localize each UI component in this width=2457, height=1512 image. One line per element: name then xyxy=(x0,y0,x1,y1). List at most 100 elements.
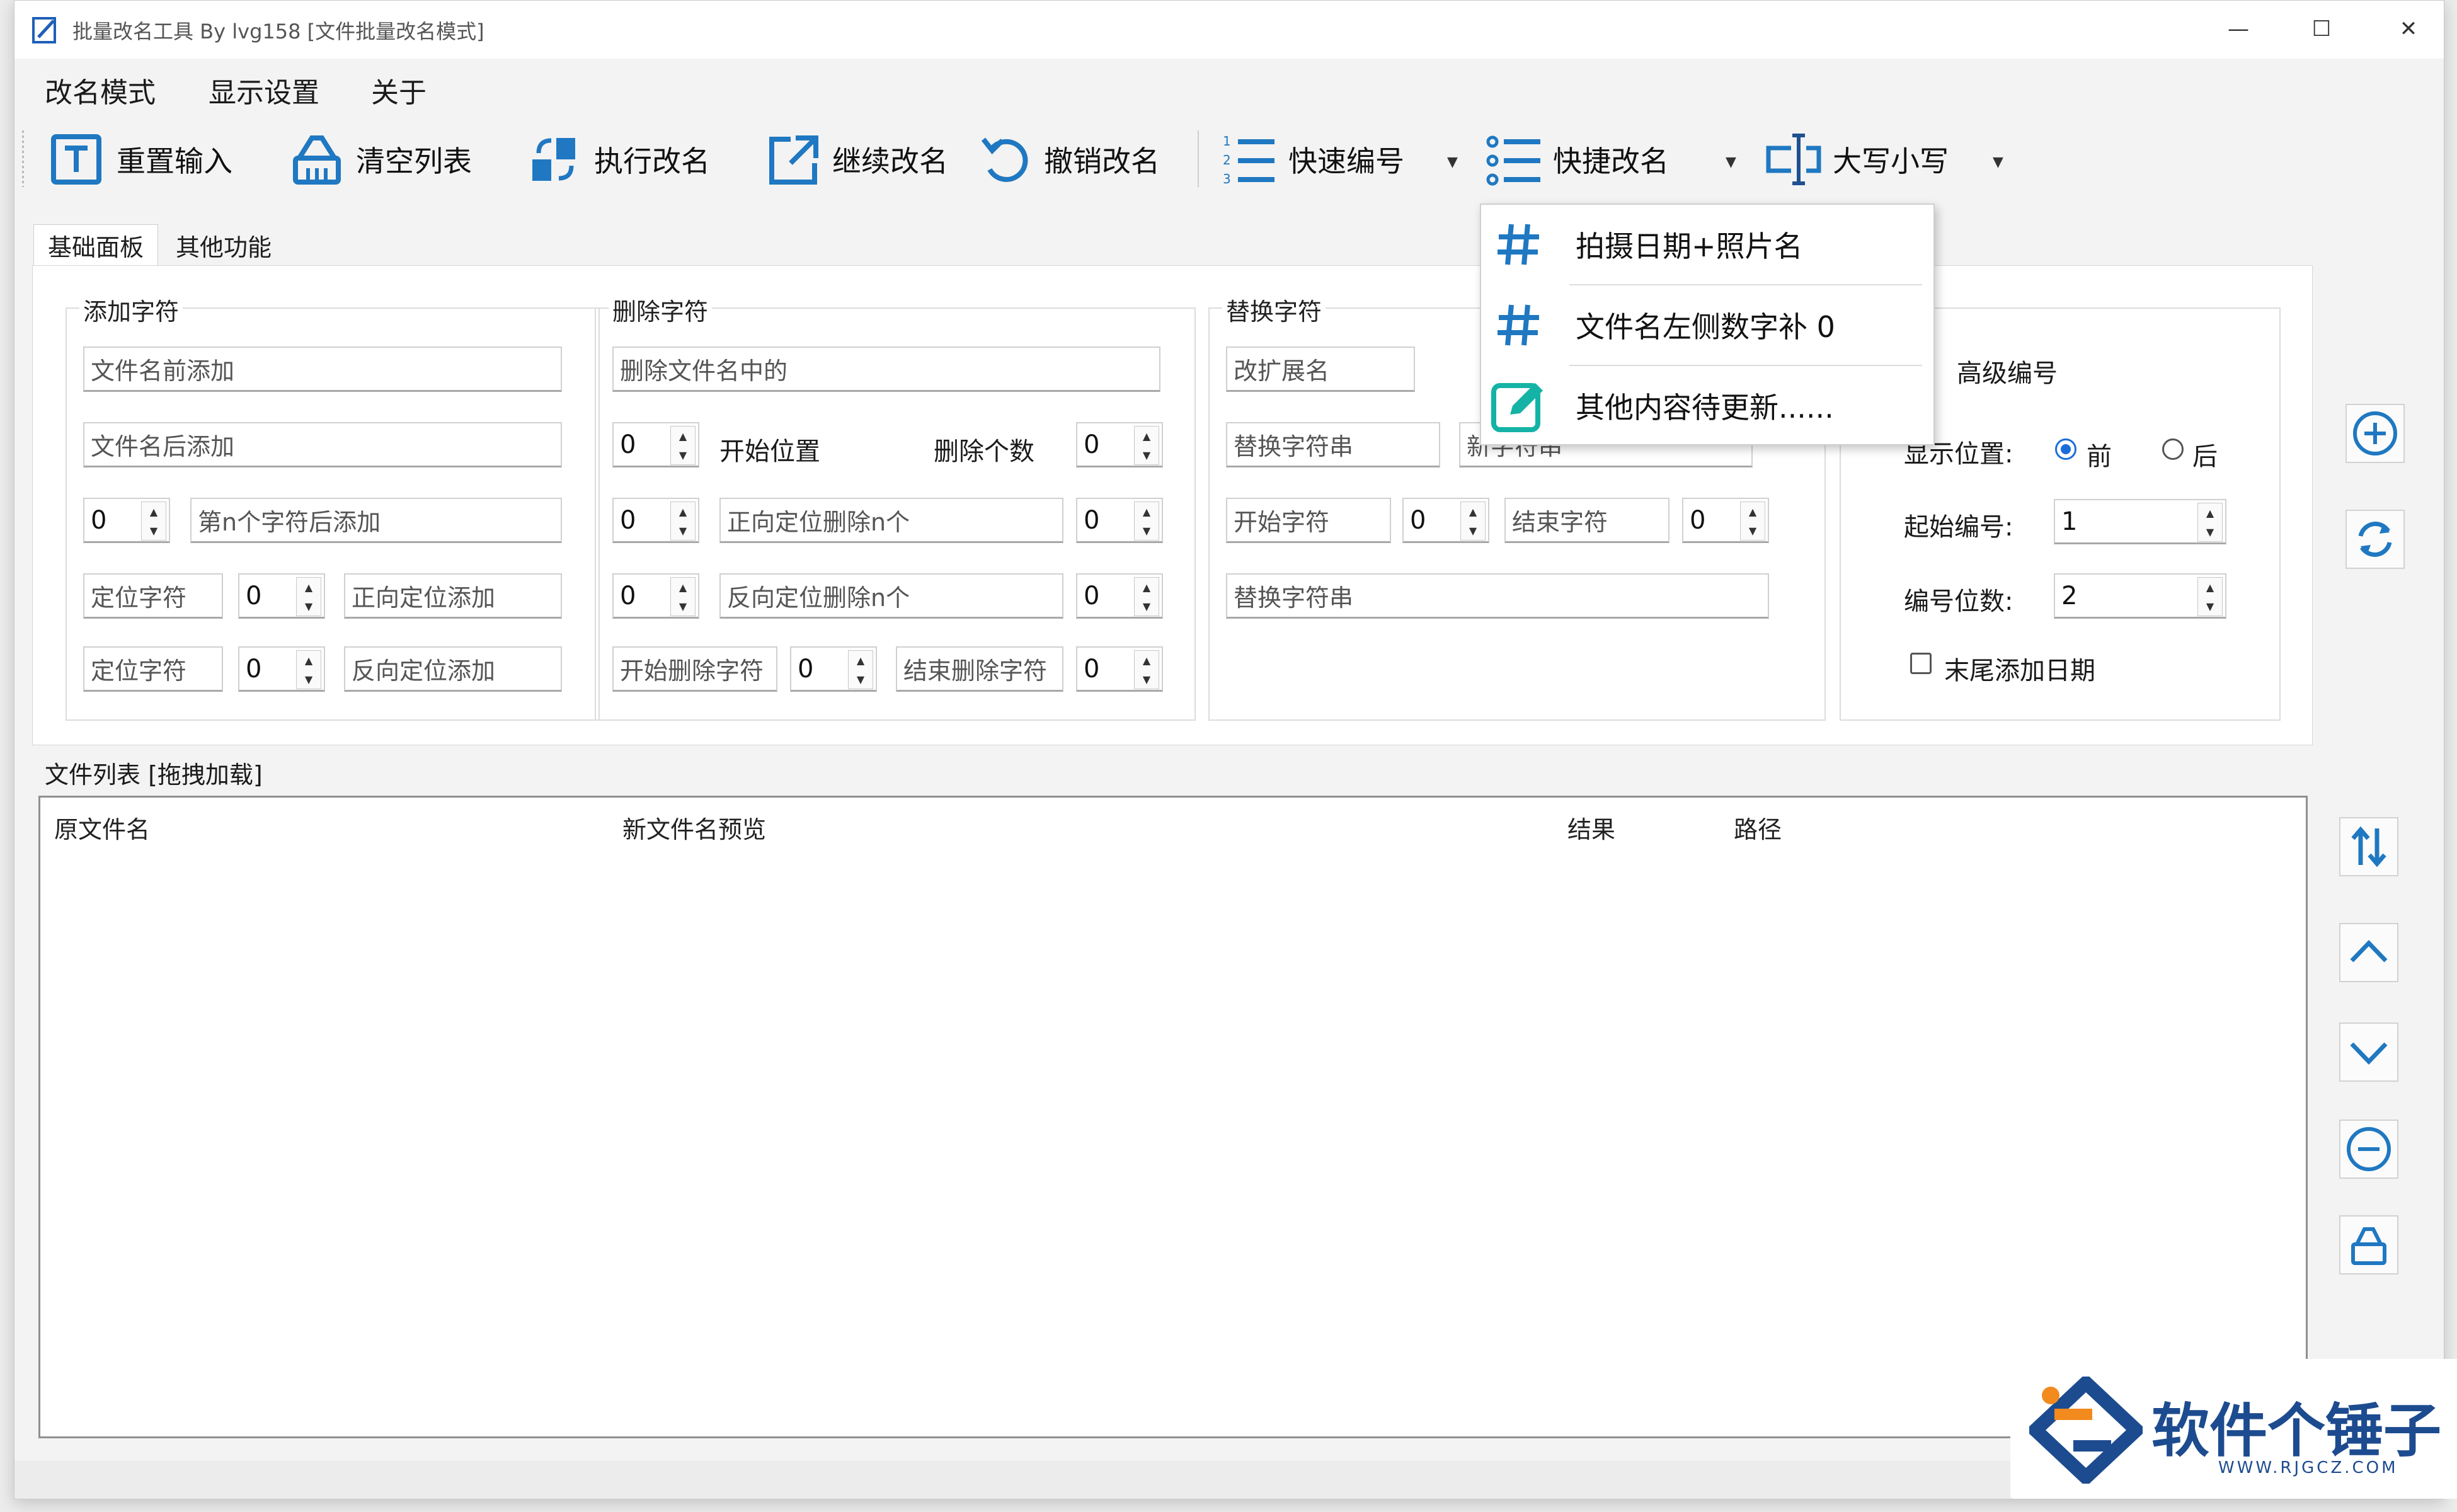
add-button[interactable] xyxy=(2345,404,2405,463)
sort-button[interactable] xyxy=(2339,817,2398,876)
text-cursor-icon xyxy=(1766,134,1821,185)
position-back-radio[interactable] xyxy=(2162,438,2184,460)
stepper-arrows[interactable]: ▲ ▼ xyxy=(296,650,321,689)
column-header-original-name[interactable]: 原文件名 xyxy=(54,810,150,845)
stepper-arrows[interactable]: ▲ ▼ xyxy=(670,501,696,541)
start-delete-stepper[interactable]: 0 ▲ ▼ xyxy=(790,646,877,692)
menu-item-pad-zero[interactable]: 文件名左侧数字补 0 xyxy=(1481,285,1933,365)
stepper-arrows[interactable]: ▲ ▼ xyxy=(1134,577,1159,616)
menu-about[interactable]: 关于 xyxy=(371,70,427,110)
nth-char-value: 0 xyxy=(91,505,107,535)
position-front-radio[interactable] xyxy=(2055,438,2076,460)
stepper-arrows[interactable]: ▲ ▼ xyxy=(1134,426,1159,465)
case-button[interactable]: 大写小写 xyxy=(1763,123,1949,196)
minimize-button[interactable]: — xyxy=(2219,12,2257,46)
maximize-button[interactable]: ☐ xyxy=(2303,12,2340,46)
tab-other-functions[interactable]: 其他功能 xyxy=(162,224,288,266)
column-header-result[interactable]: 结果 xyxy=(1567,810,1615,845)
remove-button[interactable] xyxy=(2339,1120,2398,1179)
delete-count-value: 0 xyxy=(1084,430,1100,459)
delete-count-label: 删除个数 xyxy=(934,437,1034,466)
reverse-delete-value-2: 0 xyxy=(1084,581,1100,610)
stepper-arrows[interactable]: ▲ ▼ xyxy=(1134,650,1159,689)
quick-number-dropdown-arrow[interactable]: ▼ xyxy=(1447,154,1458,170)
digit-count-stepper[interactable]: 2 ▲ ▼ xyxy=(2054,573,2226,619)
stepper-arrows[interactable]: ▲ ▼ xyxy=(296,577,321,616)
clear-button[interactable] xyxy=(2339,1215,2398,1274)
stepper-arrows[interactable]: ▲ ▼ xyxy=(1740,501,1765,541)
reverse-locate-add-input[interactable]: 反向定位添加 xyxy=(344,646,562,692)
suffix-input[interactable]: 文件名后添加 xyxy=(83,422,562,467)
start-number-stepper[interactable]: 1 ▲ ▼ xyxy=(2054,499,2226,544)
nth-char-input[interactable]: 第n个字符后添加 xyxy=(190,498,562,543)
file-list-table[interactable]: 原文件名 新文件名预览 结果 路径 xyxy=(38,796,2308,1438)
chevron-down-icon xyxy=(2350,1042,2388,1065)
forward-delete-stepper-2[interactable]: 0 ▲ ▼ xyxy=(1076,498,1163,543)
window-title: 批量改名工具 By lvg158 [文件批量改名模式] xyxy=(72,20,484,43)
stepper-arrows[interactable]: ▲ ▼ xyxy=(848,650,873,689)
start-char-input[interactable]: 开始字符 xyxy=(1226,498,1391,543)
column-header-new-name-preview[interactable]: 新文件名预览 xyxy=(622,810,766,845)
forward-locate-delete-input[interactable]: 正向定位删除n个 xyxy=(719,498,1063,543)
prefix-input[interactable]: 文件名前添加 xyxy=(83,346,562,392)
replace-start-stepper[interactable]: 0 ▲ ▼ xyxy=(1402,498,1489,543)
menu-item-date-photo-name[interactable]: 拍摄日期+照片名 xyxy=(1481,205,1933,284)
execute-rename-button[interactable]: 执行改名 xyxy=(525,123,710,196)
reset-input-button[interactable]: 重置输入 xyxy=(47,123,232,196)
quick-rename-button[interactable]: 快捷改名 xyxy=(1484,123,1669,196)
reverse-delete-stepper-2[interactable]: 0 ▲ ▼ xyxy=(1076,573,1163,619)
stepper-arrows[interactable]: ▲ ▼ xyxy=(2197,577,2223,616)
tab-basic-panel[interactable]: 基础面板 xyxy=(33,224,158,266)
refresh-button[interactable] xyxy=(2345,510,2405,569)
quick-number-button[interactable]: 1 2 3 快速编号 xyxy=(1219,123,1404,196)
end-char-input[interactable]: 结束字符 xyxy=(1504,498,1670,543)
menu-item-more-coming[interactable]: 其他内容待更新...... xyxy=(1481,366,1933,445)
quick-rename-menu: 拍摄日期+照片名 文件名左侧数字补 0 其他内容待更新...... xyxy=(1480,203,1935,445)
locate-char-input-2[interactable]: 定位字符 xyxy=(83,646,223,692)
continue-rename-button[interactable]: 继续改名 xyxy=(763,123,948,196)
stepper-arrows[interactable]: ▲ ▼ xyxy=(1460,501,1486,541)
locate-stepper-1[interactable]: 0 ▲ ▼ xyxy=(238,573,325,619)
reverse-delete-stepper-1[interactable]: 0 ▲ ▼ xyxy=(612,573,699,619)
quick-rename-dropdown-arrow[interactable]: ▼ xyxy=(1726,154,1736,170)
case-dropdown-arrow[interactable]: ▼ xyxy=(1993,154,2003,170)
clear-list-button[interactable]: 清空列表 xyxy=(287,123,472,196)
reverse-locate-delete-input[interactable]: 反向定位删除n个 xyxy=(719,573,1063,619)
nth-char-stepper[interactable]: 0 ▲ ▼ xyxy=(83,498,170,543)
end-delete-char-input[interactable]: 结束删除字符 xyxy=(896,646,1063,692)
close-button[interactable]: ✕ xyxy=(2390,12,2427,46)
undo-rename-button[interactable]: 撤销改名 xyxy=(975,123,1160,196)
menu-item-label: 其他内容待更新...... xyxy=(1576,391,1834,425)
position-back-label: 后 xyxy=(2192,442,2218,471)
forward-locate-add-input[interactable]: 正向定位添加 xyxy=(344,573,562,619)
add-date-checkbox[interactable] xyxy=(1910,653,1932,674)
delete-start-stepper[interactable]: 0 ▲ ▼ xyxy=(612,422,699,467)
app-logo-icon xyxy=(32,17,56,43)
replace-string-input[interactable]: 替换字符串 xyxy=(1226,422,1440,467)
delete-in-name-input[interactable]: 删除文件名中的 xyxy=(612,346,1160,392)
menu-rename-mode[interactable]: 改名模式 xyxy=(45,70,156,110)
advanced-number-title: 高级编号 xyxy=(1957,359,2058,388)
column-header-path[interactable]: 路径 xyxy=(1734,810,1782,845)
stepper-arrows[interactable]: ▲ ▼ xyxy=(2197,503,2223,542)
forward-delete-stepper-1[interactable]: 0 ▲ ▼ xyxy=(612,498,699,543)
start-delete-char-input[interactable]: 开始删除字符 xyxy=(612,646,777,692)
locate-char-input-1[interactable]: 定位字符 xyxy=(83,573,223,619)
change-extension-input[interactable]: 改扩展名 xyxy=(1226,346,1415,392)
locate-stepper-2[interactable]: 0 ▲ ▼ xyxy=(238,646,325,692)
menu-display-settings[interactable]: 显示设置 xyxy=(209,70,319,110)
svg-text:3: 3 xyxy=(1223,171,1231,186)
refresh-icon xyxy=(2358,522,2392,557)
stepper-arrows[interactable]: ▲ ▼ xyxy=(670,577,696,616)
start-number-value: 1 xyxy=(2061,507,2078,536)
stepper-arrows[interactable]: ▲ ▼ xyxy=(141,501,166,541)
locate-value-2: 0 xyxy=(246,654,262,684)
delete-count-stepper[interactable]: 0 ▲ ▼ xyxy=(1076,422,1163,467)
stepper-arrows[interactable]: ▲ ▼ xyxy=(670,426,696,465)
move-down-button[interactable] xyxy=(2339,1022,2398,1082)
end-delete-stepper[interactable]: 0 ▲ ▼ xyxy=(1076,646,1163,692)
replace-between-input[interactable]: 替换字符串 xyxy=(1226,573,1769,619)
move-up-button[interactable] xyxy=(2339,923,2398,982)
replace-end-stepper[interactable]: 0 ▲ ▼ xyxy=(1682,498,1769,543)
stepper-arrows[interactable]: ▲ ▼ xyxy=(1134,501,1159,541)
